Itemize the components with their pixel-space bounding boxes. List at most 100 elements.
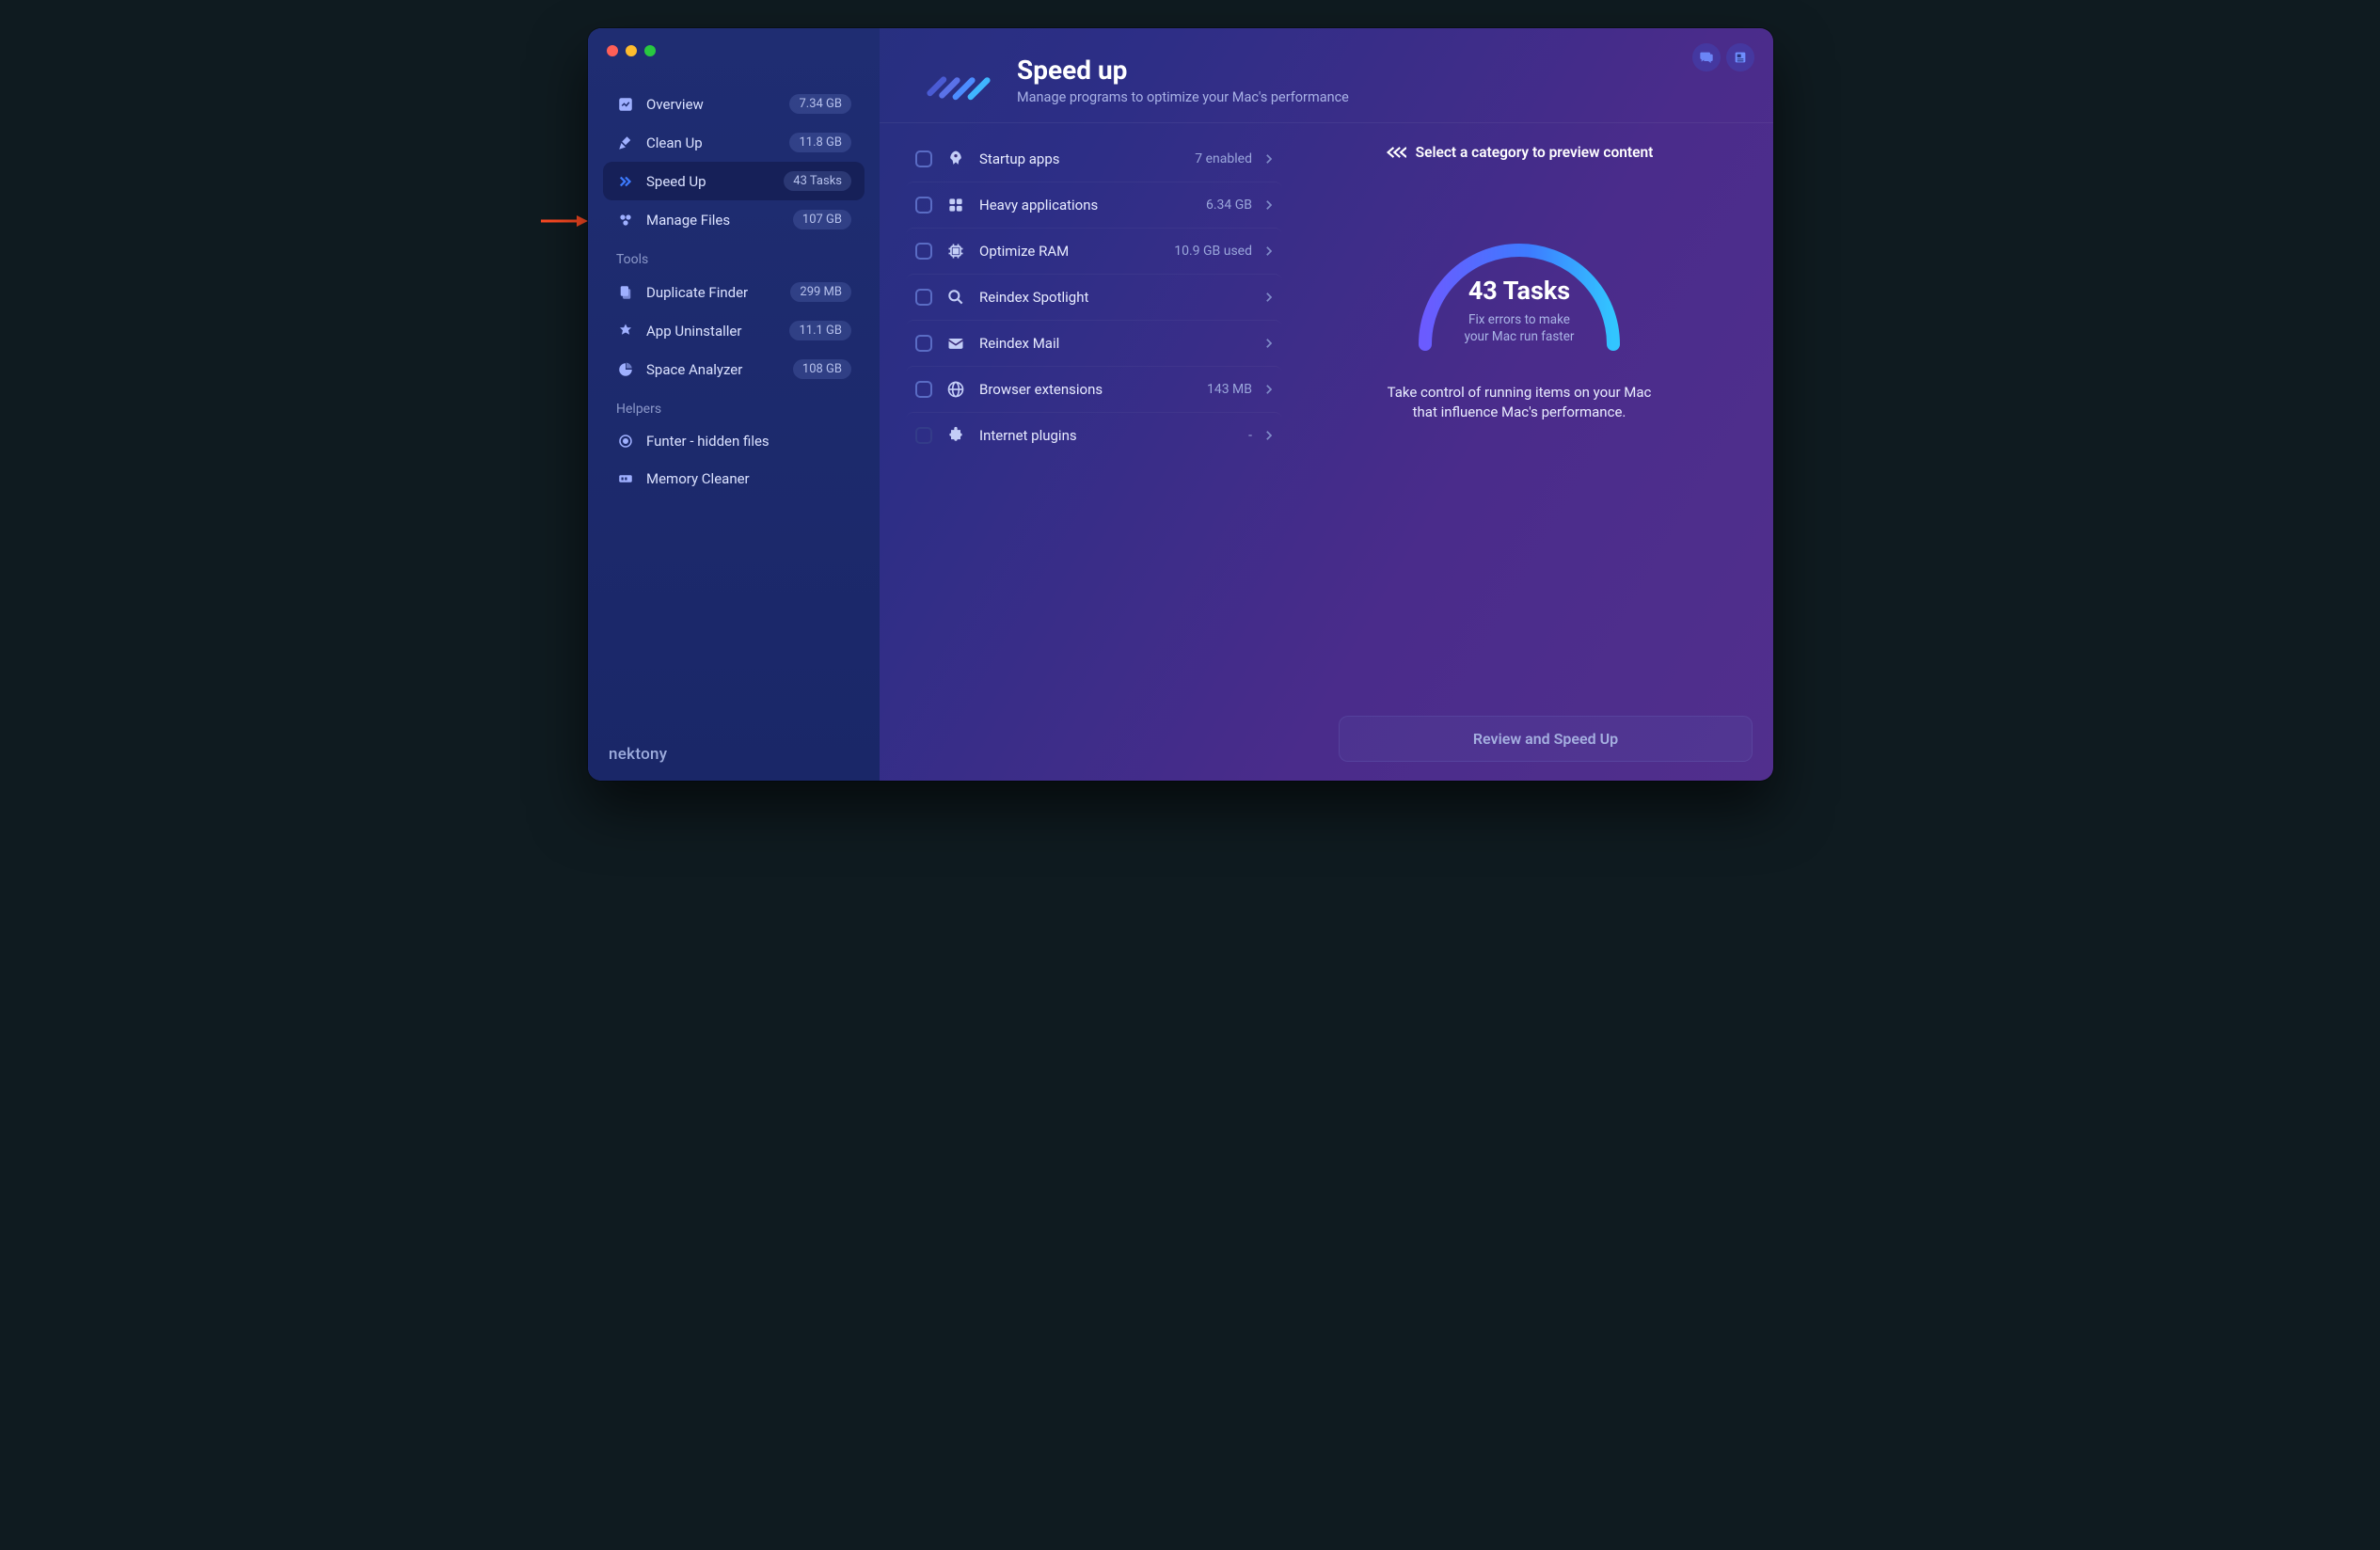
- news-button[interactable]: [1726, 43, 1754, 71]
- files-icon: [616, 283, 635, 302]
- chevron-right-icon: [1265, 381, 1273, 399]
- chevron-right-icon: [1265, 150, 1273, 168]
- sidebar-item-label: Overview: [646, 96, 778, 113]
- sidebar-item-memory-cleaner[interactable]: Memory Cleaner: [603, 460, 865, 498]
- preview-hint-text: Select a category to preview content: [1416, 144, 1654, 161]
- category-checkbox[interactable]: [915, 427, 932, 444]
- sidebar-item-label: Memory Cleaner: [646, 470, 851, 487]
- puzzle-icon: [945, 425, 966, 446]
- pie-icon: [616, 360, 635, 379]
- sidebar-item-space-analyzer[interactable]: Space Analyzer 108 GB: [603, 350, 865, 388]
- mail-icon: [945, 333, 966, 354]
- category-value: 7 enabled: [1195, 151, 1252, 166]
- broom-icon: [616, 134, 635, 152]
- sidebar-section-tools: Tools: [603, 239, 865, 273]
- sidebar-item-duplicate-finder[interactable]: Duplicate Finder 299 MB: [603, 273, 865, 311]
- category-checkbox[interactable]: [915, 150, 932, 167]
- sidebar: Overview 7.34 GB Clean Up 11.8 GB Speed …: [588, 28, 880, 781]
- category-label: Internet plugins: [979, 427, 1235, 444]
- category-checkbox[interactable]: [915, 381, 932, 398]
- sidebar-item-cleanup[interactable]: Clean Up 11.8 GB: [603, 123, 865, 162]
- category-value: 143 MB: [1207, 382, 1252, 397]
- memory-icon: [616, 469, 635, 488]
- speed-icon: [616, 172, 635, 191]
- sidebar-item-badge: 43 Tasks: [784, 171, 851, 191]
- action-bar: Review and Speed Up: [880, 701, 1773, 781]
- chevrons-left-icon: [1386, 146, 1406, 159]
- chat-button[interactable]: [1692, 43, 1721, 71]
- page-header: Speed up Manage programs to optimize you…: [880, 28, 1773, 122]
- pointer-arrow: [541, 212, 588, 230]
- category-checkbox[interactable]: [915, 289, 932, 306]
- sidebar-item-label: Funter - hidden files: [646, 433, 851, 450]
- chevron-right-icon: [1265, 197, 1273, 214]
- category-value: 10.9 GB used: [1174, 244, 1252, 259]
- category-startup-apps[interactable]: Startup apps 7 enabled: [906, 136, 1282, 182]
- category-value: -: [1248, 428, 1252, 443]
- chevron-right-icon: [1265, 335, 1273, 353]
- speedup-hero-icon: [921, 58, 996, 105]
- category-label: Reindex Mail: [979, 335, 1239, 352]
- category-browser-extensions[interactable]: Browser extensions 143 MB: [906, 366, 1282, 412]
- main-pane: Speed up Manage programs to optimize you…: [880, 28, 1773, 781]
- brand-logo: nektony: [609, 745, 667, 764]
- sidebar-item-label: Space Analyzer: [646, 361, 782, 378]
- category-reindex-spotlight[interactable]: Reindex Spotlight: [906, 274, 1282, 320]
- sidebar-item-label: Duplicate Finder: [646, 284, 779, 301]
- category-label: Optimize RAM: [979, 243, 1161, 260]
- page-title: Speed up: [1017, 55, 1349, 86]
- gauge-title: 43 Tasks: [1397, 276, 1642, 306]
- category-value: 6.34 GB: [1206, 198, 1252, 213]
- chevron-right-icon: [1265, 427, 1273, 445]
- chevron-right-icon: [1265, 243, 1273, 261]
- search-icon: [945, 287, 966, 308]
- sidebar-item-badge: 11.1 GB: [789, 321, 851, 340]
- review-speedup-button[interactable]: Review and Speed Up: [1339, 716, 1753, 762]
- category-reindex-mail[interactable]: Reindex Mail: [906, 320, 1282, 366]
- page-subtitle: Manage programs to optimize your Mac's p…: [1017, 89, 1349, 105]
- sidebar-item-label: App Uninstaller: [646, 323, 778, 340]
- chat-icon: [1699, 50, 1714, 65]
- sidebar-item-speedup[interactable]: Speed Up 43 Tasks: [603, 162, 865, 200]
- sidebar-item-managefiles[interactable]: Manage Files 107 GB: [603, 200, 865, 239]
- gauge-subtitle-1: Fix errors to make: [1397, 311, 1642, 328]
- target-icon: [616, 432, 635, 451]
- category-checkbox[interactable]: [915, 243, 932, 260]
- content-area: Startup apps 7 enabled Heavy application…: [880, 123, 1773, 781]
- category-optimize-ram[interactable]: Optimize RAM 10.9 GB used: [906, 228, 1282, 274]
- close-window-button[interactable]: [607, 45, 618, 56]
- window-controls: [607, 45, 656, 56]
- sidebar-item-badge: 107 GB: [793, 210, 851, 229]
- rocket-icon: [945, 149, 966, 169]
- sidebar-item-label: Clean Up: [646, 134, 778, 151]
- minimize-window-button[interactable]: [626, 45, 637, 56]
- sidebar-item-app-uninstaller[interactable]: App Uninstaller 11.1 GB: [603, 311, 865, 350]
- sidebar-item-funter[interactable]: Funter - hidden files: [603, 422, 865, 460]
- chevron-right-icon: [1265, 289, 1273, 307]
- category-internet-plugins[interactable]: Internet plugins -: [906, 412, 1282, 458]
- category-label: Reindex Spotlight: [979, 289, 1239, 306]
- preview-hint: Select a category to preview content: [1386, 144, 1654, 161]
- category-label: Heavy applications: [979, 197, 1193, 214]
- sidebar-item-badge: 108 GB: [793, 359, 851, 379]
- preview-desc-line2: that influence Mac's performance.: [1388, 403, 1652, 422]
- dashboard-icon: [616, 95, 635, 114]
- preview-description: Take control of running items on your Ma…: [1388, 383, 1652, 422]
- sidebar-item-label: Manage Files: [646, 212, 782, 229]
- category-list: Startup apps 7 enabled Heavy application…: [906, 136, 1282, 781]
- category-label: Startup apps: [979, 150, 1182, 167]
- gauge: 43 Tasks Fix errors to make your Mac run…: [1397, 217, 1642, 358]
- sidebar-item-badge: 7.34 GB: [789, 94, 851, 114]
- gauge-subtitle-2: your Mac run faster: [1397, 328, 1642, 345]
- chip-icon: [945, 241, 966, 261]
- grid-icon: [945, 195, 966, 215]
- globe-icon: [945, 379, 966, 400]
- sidebar-item-overview[interactable]: Overview 7.34 GB: [603, 85, 865, 123]
- category-checkbox[interactable]: [915, 335, 932, 352]
- hex-icon: [616, 211, 635, 229]
- header-actions: [1692, 43, 1754, 71]
- maximize-window-button[interactable]: [644, 45, 656, 56]
- category-checkbox[interactable]: [915, 197, 932, 214]
- uninstall-icon: [616, 322, 635, 340]
- category-heavy-apps[interactable]: Heavy applications 6.34 GB: [906, 182, 1282, 228]
